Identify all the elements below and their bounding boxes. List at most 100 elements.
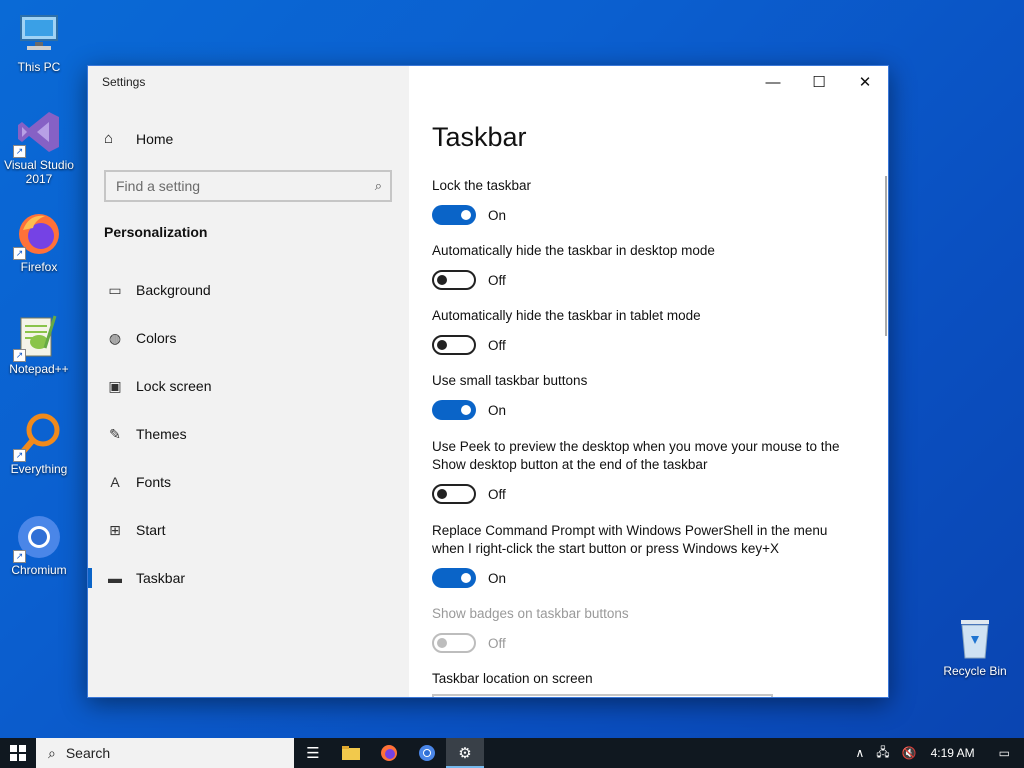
setting-label: Taskbar location on screen (432, 671, 593, 686)
themes-icon: ✎ (109, 425, 121, 442)
desktop-icon-label: This PC (17, 60, 61, 74)
toggle-state-label: Off (488, 272, 506, 288)
notepad-plus-plus-icon: ↗ (13, 312, 63, 362)
start-button[interactable] (0, 738, 36, 768)
clock[interactable]: 4:19 AM (923, 746, 993, 760)
setting-peek: Use Peek to preview the desktop when you… (432, 438, 872, 504)
close-button[interactable]: ✕ (842, 66, 888, 98)
nav-item-background[interactable]: ▭ Background (88, 266, 409, 314)
autohide-tablet-toggle[interactable] (432, 335, 476, 355)
desktop-icon-everything[interactable]: ↗ Everything (0, 412, 78, 476)
network-icon[interactable]: 🖧 (870, 743, 895, 764)
system-tray: ∧ 🖧 🔇 4:19 AM ▭ (849, 738, 1024, 768)
firefox-taskbar-button[interactable] (370, 738, 408, 768)
maximize-button[interactable]: ☐ (796, 66, 842, 98)
small-buttons-toggle[interactable] (432, 400, 476, 420)
section-heading: Personalization (104, 224, 208, 240)
settings-taskbar-button[interactable]: ⚙ (446, 738, 484, 768)
settings-content-pane: — ☐ ✕ Taskbar Lock the taskbar On Automa… (409, 66, 888, 697)
taskbar-search-box[interactable]: ⌕ Search (36, 738, 294, 768)
setting-label-line2: Show desktop button at the end of the ta… (432, 457, 708, 472)
search-icon: ⌕ (48, 744, 56, 761)
toggle-state-label: Off (488, 337, 506, 353)
setting-small-buttons: Use small taskbar buttons On (432, 372, 872, 420)
file-explorer-button[interactable] (332, 738, 370, 768)
toggle-state-label: On (488, 207, 507, 223)
nav-item-themes[interactable]: ✎ Themes (88, 410, 409, 458)
window-controls: — ☐ ✕ (750, 66, 888, 98)
toggle-knob (461, 573, 471, 583)
chromium-icon (419, 745, 435, 761)
gear-icon: ⚙ (458, 745, 472, 762)
nav-item-label: Colors (136, 330, 177, 346)
toggle-state-label: On (488, 570, 507, 586)
nav-item-fonts[interactable]: A Fonts (88, 458, 409, 506)
desktop-icon-recycle-bin[interactable]: Recycle Bin (936, 614, 1014, 678)
setting-label: Use small taskbar buttons (432, 373, 588, 388)
desktop-icon-chromium[interactable]: ↗ Chromium (0, 513, 78, 577)
taskbar-search-label: Search (65, 745, 111, 761)
shortcut-arrow-icon: ↗ (13, 349, 26, 362)
image-icon: ▭ (108, 281, 122, 298)
content-scrollbar[interactable] (885, 176, 887, 336)
task-view-icon: ☰ (306, 745, 320, 762)
chromium-taskbar-button[interactable] (408, 738, 446, 768)
desktop-icon-this-pc[interactable]: This PC (0, 10, 78, 74)
toggle-state-label: Off (488, 635, 506, 651)
magnifier-icon: ↗ (13, 412, 63, 462)
chromium-icon: ↗ (13, 513, 63, 563)
visual-studio-icon: ↗ (13, 108, 63, 158)
taskbar: ⌕ Search ☰ ⚙ ∧ 🖧 🔇 4:19 AM ▭ (0, 738, 1024, 768)
lock-taskbar-toggle[interactable] (432, 205, 476, 225)
start-icon: ⊞ (109, 521, 121, 538)
show-hidden-icons-button[interactable]: ∧ (849, 746, 870, 760)
settings-nav-pane: Settings ⌂ Home Find a setting ⌕ Persona… (88, 66, 409, 697)
autohide-desktop-toggle[interactable] (432, 270, 476, 290)
desktop-icon-label: Notepad++ (9, 362, 69, 376)
windows-logo-icon (10, 745, 26, 761)
volume-muted-icon[interactable]: 🔇 (896, 746, 923, 760)
home-icon: ⌂ (104, 130, 114, 147)
page-title: Taskbar (432, 122, 527, 152)
firefox-icon (381, 745, 397, 761)
nav-item-taskbar[interactable]: ▬ Taskbar (88, 554, 409, 602)
nav-item-label: Themes (136, 426, 187, 442)
desktop-icon-firefox[interactable]: ↗ Firefox (0, 210, 78, 274)
badges-toggle (432, 633, 476, 653)
minimize-button[interactable]: — (750, 66, 796, 98)
nav-item-lock-screen[interactable]: ▣ Lock screen (88, 362, 409, 410)
setting-label-line1: Replace Command Prompt with Windows Powe… (432, 523, 828, 538)
shortcut-arrow-icon: ↗ (13, 145, 26, 158)
task-view-button[interactable]: ☰ (294, 738, 332, 768)
desktop-icon-label: Visual Studio 2017 (4, 158, 74, 186)
nav-item-colors[interactable]: ◍ Colors (88, 314, 409, 362)
setting-label: Automatically hide the taskbar in tablet… (432, 308, 701, 323)
toggle-state-label: On (488, 402, 507, 418)
action-center-icon[interactable]: ▭ (993, 746, 1024, 760)
nav-list: ▭ Background ◍ Colors ▣ Lock screen ✎ Th… (88, 266, 409, 602)
desktop-icon-visual-studio[interactable]: ↗ Visual Studio 2017 (0, 108, 78, 186)
toggle-knob (461, 210, 471, 220)
desktop-icon-label: Chromium (11, 563, 67, 577)
shortcut-arrow-icon: ↗ (13, 550, 26, 563)
powershell-toggle[interactable] (432, 568, 476, 588)
folder-icon (342, 746, 360, 760)
computer-icon (15, 10, 63, 58)
setting-badges: Show badges on taskbar buttons Off (432, 605, 872, 653)
toggle-knob (437, 489, 447, 499)
taskbar-icon: ▬ (108, 570, 122, 586)
peek-toggle[interactable] (432, 484, 476, 504)
taskbar-location-dropdown[interactable] (432, 694, 773, 697)
setting-label: Show badges on taskbar buttons (432, 606, 629, 621)
desktop-icon-notepad-plus-plus[interactable]: ↗ Notepad++ (0, 312, 78, 376)
active-indicator (88, 568, 92, 588)
toggle-knob (437, 638, 447, 648)
search-icon: ⌕ (374, 178, 382, 193)
palette-icon: ◍ (108, 329, 122, 346)
search-placeholder: Find a setting (116, 178, 201, 194)
home-nav-item[interactable]: ⌂ Home (104, 130, 173, 147)
find-setting-search-box[interactable]: Find a setting ⌕ (104, 170, 392, 202)
settings-window: Settings ⌂ Home Find a setting ⌕ Persona… (87, 65, 889, 698)
nav-item-start[interactable]: ⊞ Start (88, 506, 409, 554)
setting-lock-taskbar: Lock the taskbar On (432, 177, 872, 225)
